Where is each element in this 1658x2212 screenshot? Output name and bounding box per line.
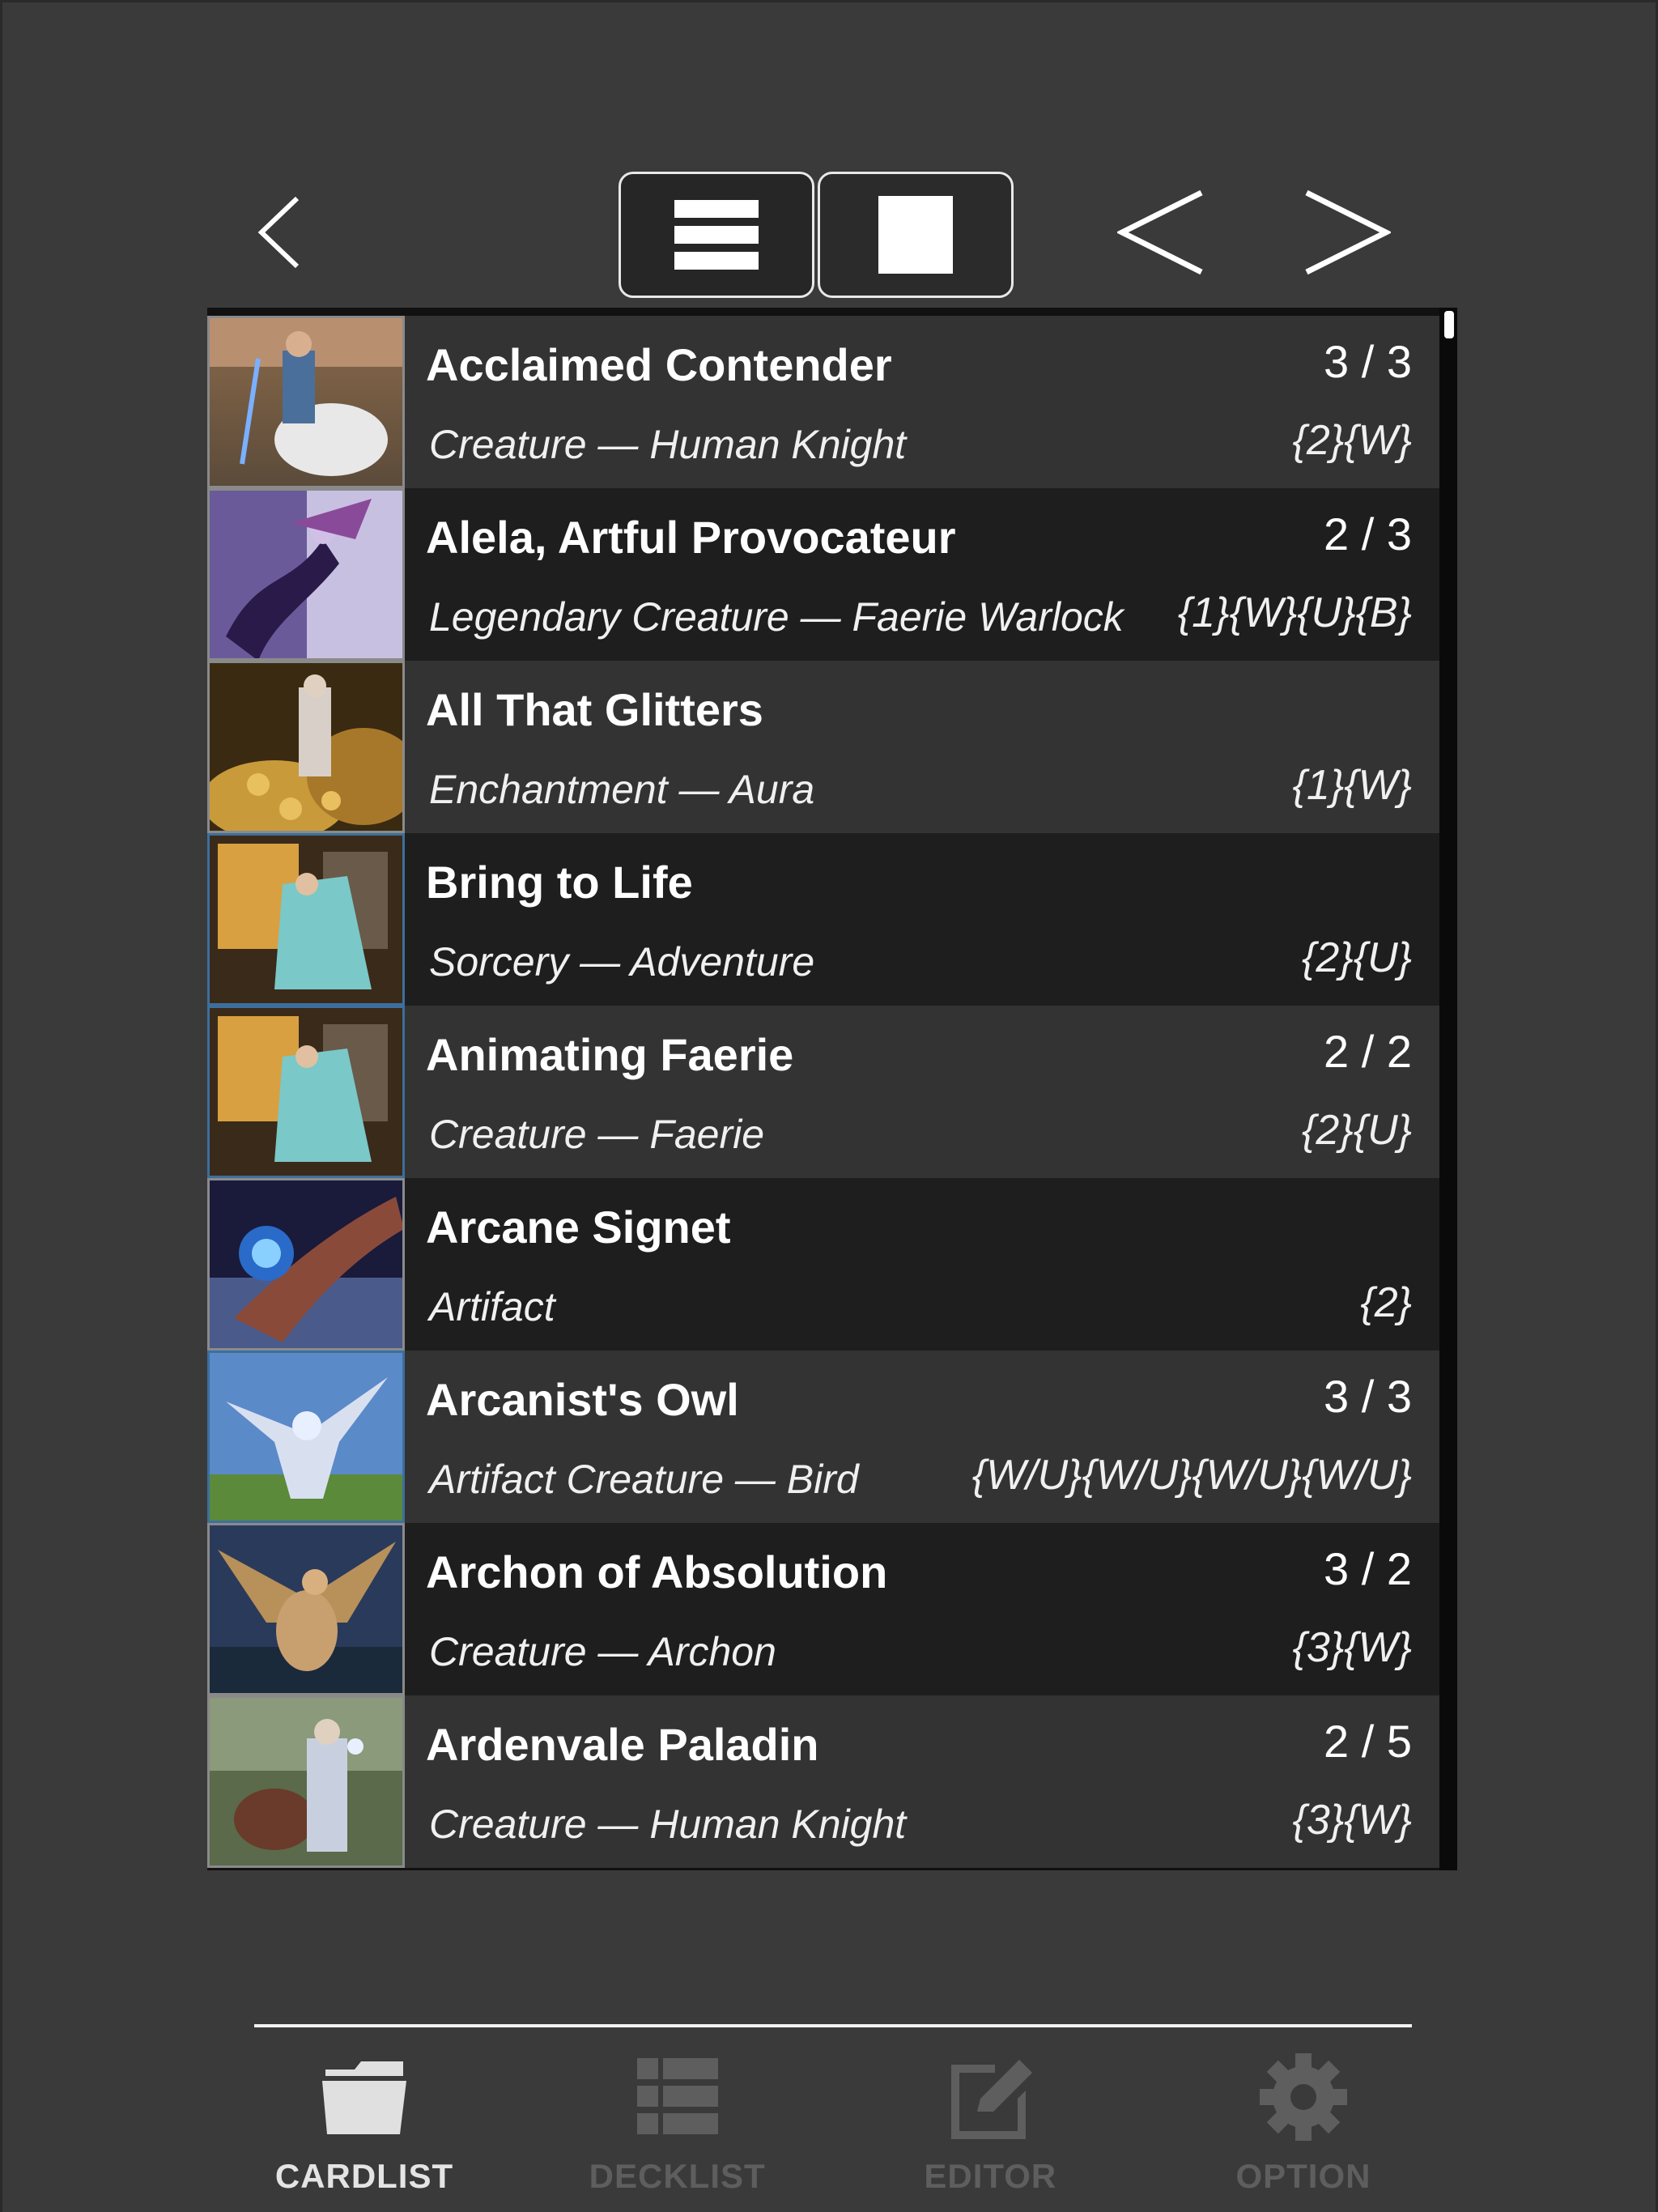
single-card-view-button[interactable] [818,172,1014,298]
tab-label: CARDLIST [274,2157,454,2195]
folder-icon [316,2048,413,2146]
card-type-line: Creature — Human Knight [429,422,907,467]
card-type-line: Artifact [429,1284,555,1329]
card-mana-cost: {W/U}{W/U}{W/U}{W/U} [971,1452,1412,1499]
card-art-thumbnail [207,1178,405,1351]
card-type-line: Sorcery — Adventure [429,939,815,985]
card-mana-cost: {2} [1360,1279,1412,1326]
list-item[interactable]: Archon of Absolution 3 / 2 Creature — Ar… [207,1523,1439,1695]
scrollbar[interactable] [1439,308,1457,1870]
list-item[interactable]: Alela, Artful Provocateur 2 / 3 Legendar… [207,488,1439,661]
card-type-line: Legendary Creature — Faerie Warlock [429,594,1124,640]
chevron-left-icon [257,196,300,269]
tab-cardlist[interactable]: CARDLIST [243,2048,486,2202]
card-name: Animating Faerie [426,1029,794,1080]
card-mana-cost: {3}{W} [1292,1797,1412,1844]
card-name: Bring to Life [426,857,693,908]
card-name: Ardenvale Paladin [426,1719,819,1770]
edit-icon [942,2048,1039,2146]
tab-option[interactable]: OPTION [1182,2048,1425,2202]
list-view-button[interactable] [619,172,814,298]
bottom-divider [254,2024,1412,2027]
card-name: Alela, Artful Provocateur [426,512,956,563]
tab-label: OPTION [1235,2157,1371,2195]
list-item[interactable]: Acclaimed Contender 3 / 3 Creature — Hum… [207,316,1439,488]
bottom-nav: CARDLIST DECKLIST EDITOR OPTION [243,2048,1425,2202]
card-name: All That Glitters [426,684,763,735]
card-type-line: Enchantment — Aura [429,767,815,812]
card-name: Archon of Absolution [426,1546,888,1597]
tab-editor[interactable]: EDITOR [869,2048,1112,2202]
card-art-thumbnail [207,316,405,488]
card-mana-cost: {3}{W} [1292,1624,1412,1671]
card-power-toughness: 3 / 3 [1324,336,1412,387]
view-toggle [619,172,1014,298]
card-art-thumbnail [207,1006,405,1178]
card-name: Arcane Signet [426,1202,731,1253]
card-power-toughness: 2 / 2 [1324,1026,1412,1077]
card-art-thumbnail [207,1351,405,1523]
list-item[interactable]: Arcanist's Owl 3 / 3 Artifact Creature —… [207,1351,1439,1523]
card-art-thumbnail [207,833,405,1006]
card-art-thumbnail [207,488,405,661]
card-mana-cost: {2}{U} [1302,1107,1412,1154]
card-mana-cost: {1}{W} [1292,762,1412,809]
previous-page-button[interactable] [1112,180,1209,285]
list-item[interactable]: All That Glitters Enchantment — Aura {1}… [207,661,1439,833]
card-power-toughness: 3 / 2 [1324,1543,1412,1594]
card-name: Arcanist's Owl [426,1374,739,1425]
card-mana-cost: {2}{W} [1292,417,1412,464]
card-list[interactable]: Acclaimed Contender 3 / 3 Creature — Hum… [207,308,1457,1870]
list-item[interactable]: Bring to Life Sorcery — Adventure {2}{U} [207,833,1439,1006]
card-type-line: Creature — Archon [429,1629,776,1674]
card-power-toughness: 2 / 3 [1324,508,1412,559]
card-type-line: Artifact Creature — Bird [429,1457,859,1502]
tab-decklist[interactable]: DECKLIST [556,2048,799,2202]
arrow-left-icon [1117,189,1203,275]
next-page-button[interactable] [1299,180,1396,285]
scrollbar-thumb[interactable] [1444,311,1454,338]
card-type-line: Creature — Faerie [429,1112,765,1157]
card-name: Acclaimed Contender [426,339,892,390]
arrow-right-icon [1305,189,1391,275]
list-item[interactable]: Animating Faerie 2 / 2 Creature — Faerie… [207,1006,1439,1178]
tab-label: DECKLIST [589,2157,766,2195]
card-power-toughness: 2 / 5 [1324,1716,1412,1767]
card-mana-cost: {1}{W}{U}{B} [1177,589,1412,636]
card-art-thumbnail [207,1523,405,1695]
back-button[interactable] [243,188,316,277]
list-item[interactable]: Ardenvale Paladin 2 / 5 Creature — Human… [207,1695,1439,1868]
tab-label: EDITOR [924,2157,1057,2195]
card-power-toughness: 3 / 3 [1324,1371,1412,1422]
card-art-thumbnail [207,661,405,833]
gear-icon [1255,2048,1352,2146]
card-mana-cost: {2}{U} [1302,934,1412,981]
card-art-thumbnail [207,1695,405,1868]
list-view-icon [674,200,759,270]
card-type-line: Creature — Human Knight [429,1802,907,1847]
list-item[interactable]: Arcane Signet Artifact {2} [207,1178,1439,1351]
list-icon [629,2048,726,2146]
single-card-view-icon [878,196,953,274]
